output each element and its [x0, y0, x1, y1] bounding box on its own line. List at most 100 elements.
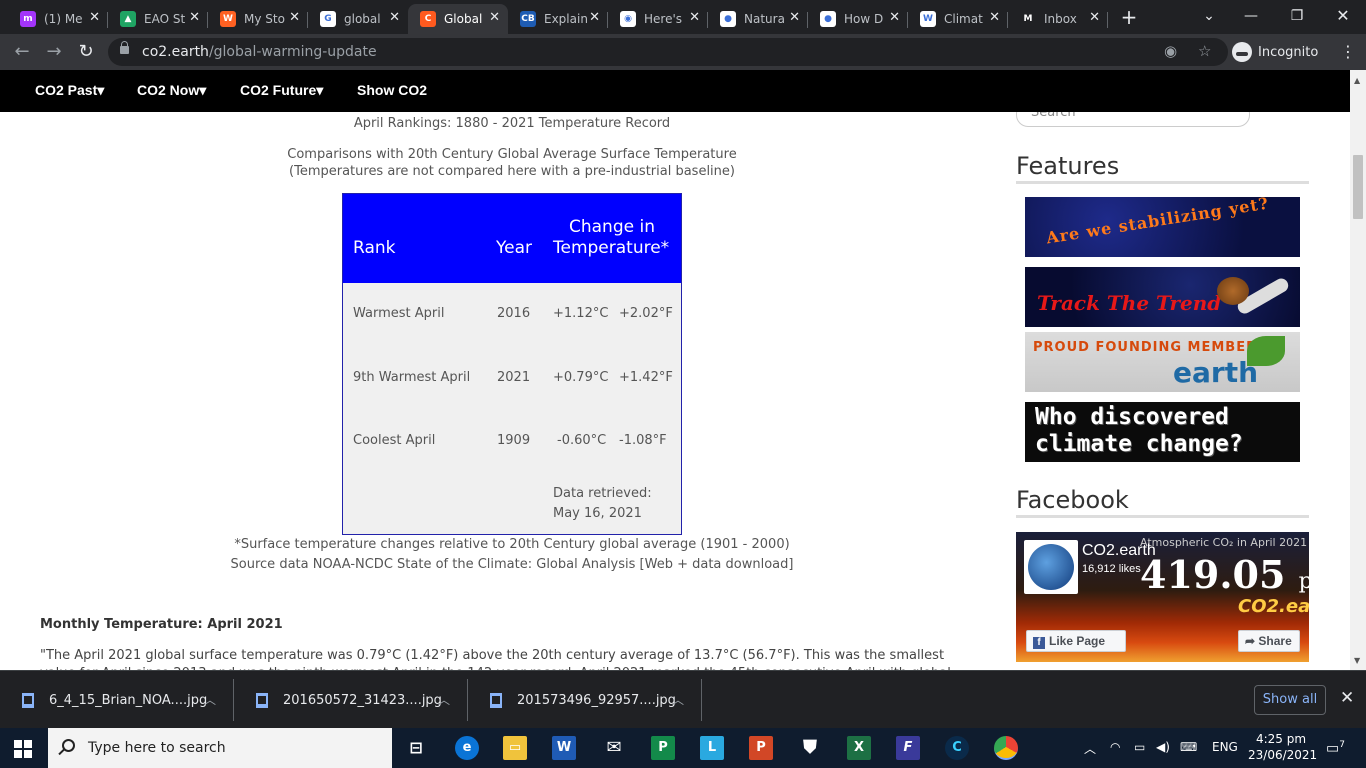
wordpress-icon: W	[920, 11, 936, 27]
maximize-button[interactable]: ❐	[1274, 0, 1320, 34]
fb-page-name[interactable]: CO2.earth	[1082, 542, 1156, 560]
nav-show-co2[interactable]: Show CO2	[357, 82, 427, 98]
browser-tab[interactable]: Gglobal ✕	[308, 4, 408, 34]
banner-track-trend[interactable]: Track The Trend	[1025, 267, 1300, 327]
row1-year: 2016	[497, 306, 531, 321]
close-window-button[interactable]: ✕	[1320, 0, 1366, 34]
system-clock[interactable]: 4:25 pm 23/06/2021	[1248, 731, 1317, 763]
close-tab-icon[interactable]: ✕	[689, 10, 700, 25]
banner-founding-member-text: PROUD FOUNDING MEMBER	[1033, 340, 1258, 355]
close-tab-icon[interactable]: ✕	[989, 10, 1000, 25]
back-icon[interactable]: ←	[10, 40, 34, 64]
bookmark-star-icon[interactable]: ☆	[1198, 42, 1211, 60]
language-indicator[interactable]: ENG	[1212, 740, 1238, 754]
browser-tab[interactable]: ◉ Here's ✕	[608, 4, 708, 34]
site-icon: ●	[820, 11, 836, 27]
cortana-app-icon[interactable]: C	[945, 736, 969, 760]
rankings-title: April Rankings: 1880 - 2021 Temperature …	[353, 116, 671, 131]
download-item[interactable]: 201650572_31423....jpg ︿	[234, 671, 468, 729]
image-file-icon	[490, 692, 502, 708]
browser-tab[interactable]: W Climat ✕	[908, 4, 1008, 34]
fb-like-page-button[interactable]: f Like Page	[1026, 630, 1126, 652]
co2-earth-icon: C	[420, 11, 436, 27]
facebook-widget[interactable]: Atmospheric CO₂ in April 2021 419.05 ppm…	[1016, 532, 1309, 662]
nav-co2-past[interactable]: CO2 Past▾	[35, 82, 104, 99]
banner-track-trend-text: Track The Trend	[1037, 291, 1222, 315]
close-tab-icon[interactable]: ✕	[289, 10, 300, 25]
keyboard-icon[interactable]: ⌨	[1180, 740, 1197, 754]
scroll-down-icon[interactable]: ▼	[1354, 656, 1360, 665]
forms-icon[interactable]: F	[896, 736, 920, 760]
word-icon[interactable]: W	[552, 736, 576, 760]
show-hidden-icons-chevron[interactable]: ︿	[1084, 740, 1096, 757]
close-tab-icon[interactable]: ✕	[489, 10, 500, 25]
mail-icon[interactable]: ✉	[602, 736, 626, 760]
notification-icon[interactable]: ▭7	[1326, 740, 1345, 757]
task-view-icon[interactable]: ⊟	[404, 736, 428, 760]
lync-icon[interactable]: L	[700, 736, 724, 760]
banner-stabilizing[interactable]: Are we stabilizing yet?	[1025, 197, 1300, 257]
browser-tab[interactable]: CB Explain ✕	[508, 4, 608, 34]
chrome-icon[interactable]	[994, 736, 1018, 760]
battery-icon[interactable]: ▭	[1134, 740, 1145, 754]
scroll-up-icon[interactable]: ▲	[1354, 76, 1360, 85]
incognito-indicator[interactable]: Incognito	[1232, 39, 1318, 65]
browser-tab[interactable]: M Inbox ✕	[1008, 4, 1108, 34]
file-explorer-icon[interactable]: ▭	[503, 736, 527, 760]
browser-tab[interactable]: ▲ EAO St ✕	[108, 4, 208, 34]
browser-tab[interactable]: W My Sto ✕	[208, 4, 308, 34]
url-text[interactable]: co2.earth/global-warming-update	[142, 44, 377, 60]
chevron-up-icon[interactable]: ︿	[204, 691, 216, 708]
taskbar-search-box[interactable]: Type here to search	[48, 728, 392, 768]
fb-share-button[interactable]: ➦ Share	[1238, 630, 1300, 652]
row2-celsius: +0.79°C	[553, 370, 609, 385]
download-item[interactable]: 6_4_15_Brian_NOA....jpg ︿	[0, 671, 234, 729]
menu-icon[interactable]: ⋮	[1340, 42, 1356, 61]
close-tab-icon[interactable]: ✕	[189, 10, 200, 25]
powerpoint-icon[interactable]: P	[749, 736, 773, 760]
browser-tab[interactable]: C Global ✕	[408, 4, 508, 34]
browser-toolbar: ← → ↻ co2.earth/global-warming-update ◉ …	[0, 34, 1366, 70]
minimize-button[interactable]: —	[1228, 0, 1274, 34]
browser-tab[interactable]: ● How D ✕	[808, 4, 908, 34]
close-tab-icon[interactable]: ✕	[589, 10, 600, 25]
excel-icon[interactable]: X	[847, 736, 871, 760]
search-input[interactable]: Search	[1016, 112, 1250, 127]
close-tab-icon[interactable]: ✕	[1089, 10, 1100, 25]
address-bar[interactable]: co2.earth/global-warming-update ◉ ☆	[108, 38, 1228, 66]
banner-founding-member[interactable]: PROUD FOUNDING MEMBER earth	[1025, 332, 1300, 392]
source-link[interactable]: Source data NOAA-NCDC State of the Clima…	[170, 557, 854, 572]
earth-logo: earth	[1173, 356, 1259, 389]
scrollbar-thumb[interactable]	[1353, 155, 1363, 219]
page-scrollbar[interactable]: ▲ ▼	[1350, 70, 1366, 670]
nav-co2-now[interactable]: CO2 Now▾	[137, 82, 206, 99]
close-tab-icon[interactable]: ✕	[89, 10, 100, 25]
chevron-up-icon[interactable]: ︿	[672, 691, 684, 708]
tab-search-icon[interactable]: ⌄	[1186, 0, 1232, 34]
browser-tab[interactable]: m (1) Me ✕	[8, 4, 108, 34]
close-downloads-icon[interactable]: ✕	[1340, 688, 1354, 708]
forward-icon[interactable]: →	[42, 40, 66, 64]
volume-icon[interactable]: ◀)	[1156, 740, 1170, 754]
close-tab-icon[interactable]: ✕	[789, 10, 800, 25]
browser-tab[interactable]: ● Natura ✕	[708, 4, 808, 34]
fb-page-avatar[interactable]	[1024, 540, 1078, 594]
show-all-button[interactable]: Show all	[1254, 685, 1326, 715]
header-rank: Rank	[353, 238, 396, 258]
publisher-icon[interactable]: P	[651, 736, 675, 760]
lock-icon[interactable]	[120, 41, 129, 54]
eye-slash-icon[interactable]: ◉	[1164, 42, 1177, 60]
reload-icon[interactable]: ↻	[74, 40, 98, 64]
chevron-up-icon[interactable]: ︿	[438, 691, 450, 708]
network-icon[interactable]: ◠	[1110, 740, 1120, 754]
download-item[interactable]: 201573496_92957....jpg ︿	[468, 671, 702, 729]
security-shield-icon[interactable]: ⛊	[798, 736, 822, 760]
windows-start-icon[interactable]	[14, 740, 32, 758]
close-tab-icon[interactable]: ✕	[889, 10, 900, 25]
page-content: April Rankings: 1880 - 2021 Temperature …	[0, 112, 1350, 670]
edge-icon[interactable]: e	[455, 736, 479, 760]
nav-co2-future[interactable]: CO2 Future▾	[240, 82, 323, 99]
banner-who-discovered[interactable]: Who discovered climate change?	[1025, 402, 1300, 462]
close-tab-icon[interactable]: ✕	[389, 10, 400, 25]
new-tab-button[interactable]: +	[1117, 5, 1141, 29]
